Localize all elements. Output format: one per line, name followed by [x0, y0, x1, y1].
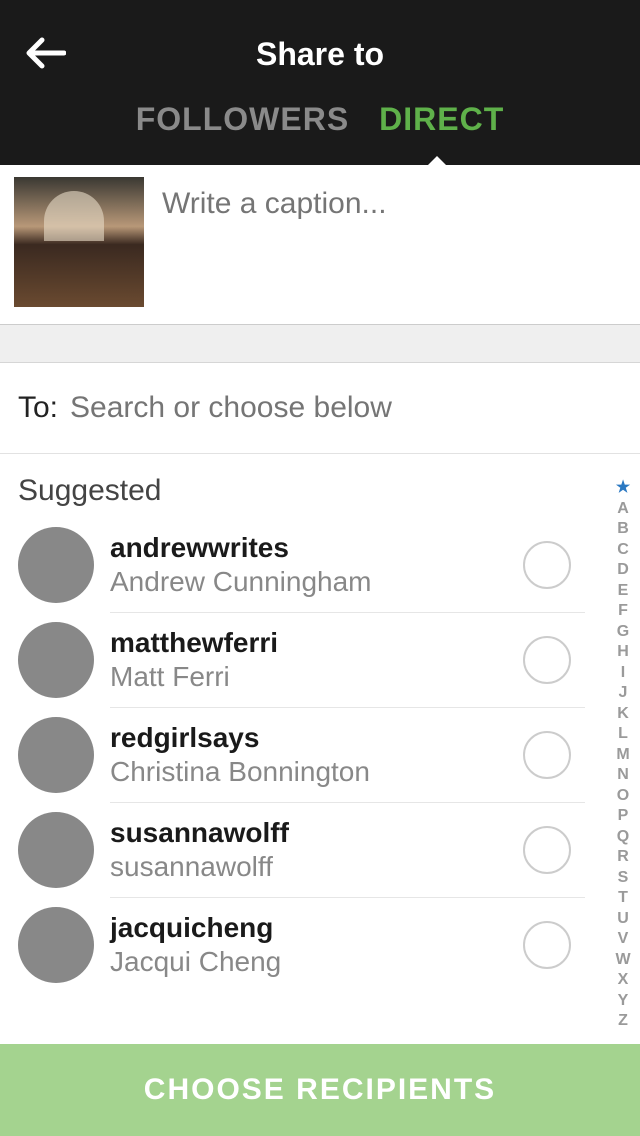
alpha-index[interactable]: ★ A B C D E F G H I J K L M N O P Q R S … — [610, 478, 636, 1032]
alpha-letter[interactable]: M — [616, 745, 629, 766]
display-name: Jacqui Cheng — [110, 946, 523, 978]
row-text: susannawolff susannawolff — [110, 817, 523, 883]
alpha-letter[interactable]: N — [617, 765, 629, 786]
alpha-letter[interactable]: T — [618, 888, 628, 909]
display-name: Matt Ferri — [110, 661, 523, 693]
choose-recipients-button[interactable]: CHOOSE RECIPIENTS — [0, 1044, 640, 1136]
alpha-letter[interactable]: P — [618, 806, 629, 827]
avatar — [18, 622, 94, 698]
alpha-letter[interactable]: O — [617, 786, 629, 807]
alpha-letter[interactable]: V — [618, 929, 629, 950]
alpha-letter[interactable]: X — [618, 970, 629, 991]
caption-input[interactable] — [144, 177, 626, 312]
alpha-letter[interactable]: E — [618, 581, 629, 602]
select-radio[interactable] — [523, 636, 571, 684]
alpha-letter[interactable]: G — [617, 622, 629, 643]
username: redgirlsays — [110, 722, 523, 754]
page-title: Share to — [0, 0, 640, 73]
alpha-letter[interactable]: K — [617, 704, 629, 725]
back-button[interactable] — [20, 28, 70, 78]
list-item[interactable]: andrewwrites Andrew Cunningham — [110, 518, 585, 613]
select-radio[interactable] — [523, 921, 571, 969]
tabs: FOLLOWERS DIRECT — [0, 101, 640, 138]
back-arrow-icon — [24, 36, 66, 70]
display-name: Christina Bonnington — [110, 756, 523, 788]
list-item[interactable]: susannawolff susannawolff — [110, 803, 585, 898]
to-row: To: — [0, 363, 640, 454]
suggested-heading: Suggested — [0, 454, 640, 518]
to-label: To: — [18, 391, 58, 425]
row-text: jacquicheng Jacqui Cheng — [110, 912, 523, 978]
select-radio[interactable] — [523, 731, 571, 779]
alpha-letter[interactable]: H — [617, 642, 629, 663]
list-item[interactable]: jacquicheng Jacqui Cheng — [110, 898, 585, 992]
alpha-letter[interactable]: D — [617, 560, 629, 581]
alpha-letter[interactable]: Y — [618, 991, 629, 1012]
alpha-letter[interactable]: S — [618, 868, 629, 889]
alpha-letter[interactable]: Z — [618, 1011, 628, 1032]
active-tab-indicator — [424, 156, 450, 169]
avatar — [18, 812, 94, 888]
alpha-letter[interactable]: A — [617, 499, 629, 520]
row-text: redgirlsays Christina Bonnington — [110, 722, 523, 788]
alpha-letter[interactable]: B — [617, 519, 629, 540]
alpha-letter[interactable]: R — [617, 847, 629, 868]
alpha-letter[interactable]: J — [619, 683, 628, 704]
tab-direct[interactable]: DIRECT — [379, 101, 504, 138]
alpha-letter[interactable]: Q — [617, 827, 629, 848]
avatar — [18, 717, 94, 793]
username: andrewwrites — [110, 532, 523, 564]
alpha-letter[interactable]: L — [618, 724, 628, 745]
alpha-letter[interactable]: F — [618, 601, 628, 622]
avatar — [18, 527, 94, 603]
select-radio[interactable] — [523, 541, 571, 589]
star-icon[interactable]: ★ — [616, 478, 630, 499]
row-text: matthewferri Matt Ferri — [110, 627, 523, 693]
header: Share to FOLLOWERS DIRECT — [0, 0, 640, 165]
select-radio[interactable] — [523, 826, 571, 874]
photo-thumbnail[interactable] — [14, 177, 144, 307]
username: susannawolff — [110, 817, 523, 849]
separator-strip — [0, 325, 640, 363]
alpha-letter[interactable]: U — [617, 909, 629, 930]
alpha-letter[interactable]: C — [617, 540, 629, 561]
avatar — [18, 907, 94, 983]
username: jacquicheng — [110, 912, 523, 944]
list-item[interactable]: redgirlsays Christina Bonnington — [110, 708, 585, 803]
alpha-letter[interactable]: I — [621, 663, 625, 684]
alpha-letter[interactable]: W — [615, 950, 630, 971]
caption-area — [0, 165, 640, 325]
list-item[interactable]: matthewferri Matt Ferri — [110, 613, 585, 708]
recipient-search-input[interactable] — [70, 391, 622, 425]
display-name: Andrew Cunningham — [110, 566, 523, 598]
display-name: susannawolff — [110, 851, 523, 883]
tab-followers[interactable]: FOLLOWERS — [136, 101, 349, 138]
username: matthewferri — [110, 627, 523, 659]
row-text: andrewwrites Andrew Cunningham — [110, 532, 523, 598]
suggested-list: andrewwrites Andrew Cunningham matthewfe… — [0, 518, 640, 992]
